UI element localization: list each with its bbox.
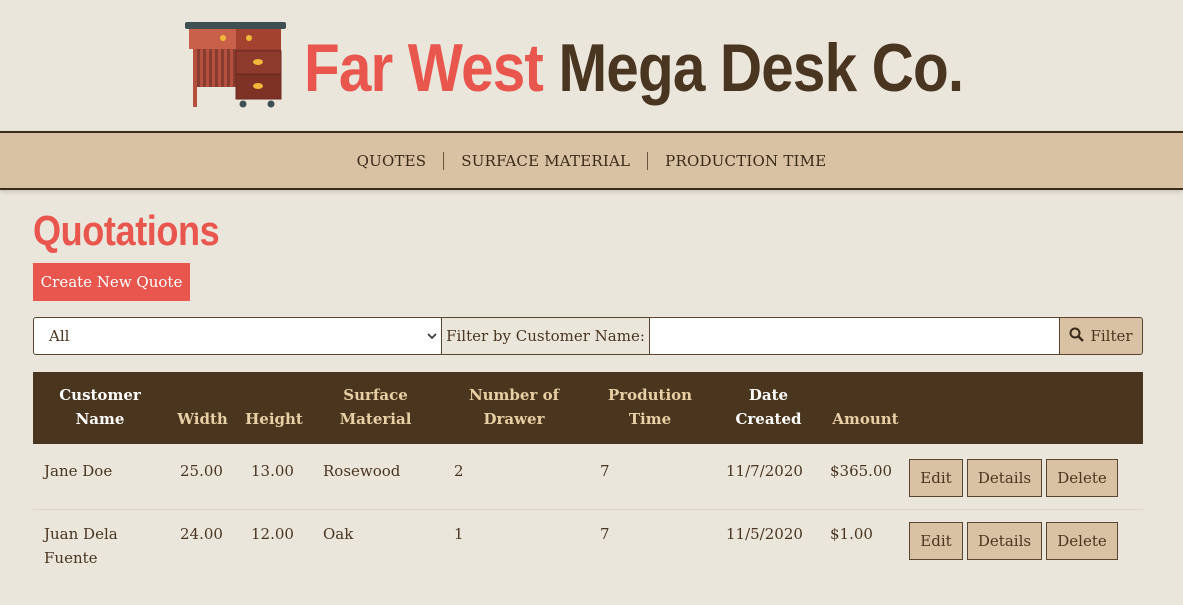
cell-drawers: 1 bbox=[454, 525, 464, 543]
cell-height: 13.00 bbox=[251, 462, 294, 480]
main-nav: QUOTES SURFACE MATERIAL PRODUCTION TIME bbox=[0, 131, 1183, 190]
details-button[interactable]: Details bbox=[967, 522, 1042, 560]
cell-production-time: 7 bbox=[600, 525, 610, 543]
row-actions: Edit Details Delete bbox=[907, 510, 1118, 582]
nav-item-quotes[interactable]: QUOTES bbox=[340, 152, 444, 170]
filter-bar: All Filter by Customer Name: Filter bbox=[33, 317, 1143, 355]
delete-button[interactable]: Delete bbox=[1046, 522, 1118, 560]
table-row: Jane Doe 25.00 13.00 Rosewood 2 7 11/7/2… bbox=[33, 444, 1143, 510]
header-date-created: Date Created bbox=[735, 386, 802, 428]
edit-button[interactable]: Edit bbox=[909, 522, 963, 560]
header-amount: Amount bbox=[832, 410, 899, 428]
chevron-down-icon bbox=[427, 327, 437, 345]
edit-button[interactable]: Edit bbox=[909, 459, 963, 497]
filter-label: Filter by Customer Name: bbox=[442, 317, 650, 355]
header-width: Width bbox=[177, 410, 228, 428]
select-value: All bbox=[49, 327, 70, 345]
details-button[interactable]: Details bbox=[967, 459, 1042, 497]
create-new-quote-button[interactable]: Create New Quote bbox=[33, 263, 190, 301]
header-number-of-drawer: Number of Drawer bbox=[468, 386, 560, 428]
desk-logo-icon bbox=[185, 22, 287, 108]
cell-surface-material: Rosewood bbox=[323, 462, 401, 480]
quotes-table: Customer Name Width Height Surface Mater… bbox=[33, 372, 1143, 582]
cell-date-created: 11/5/2020 bbox=[726, 525, 803, 543]
brand-title-main: Mega Desk Co. bbox=[558, 30, 964, 106]
cell-amount: $1.00 bbox=[830, 525, 873, 543]
row-actions: Edit Details Delete bbox=[907, 444, 1118, 509]
material-filter-select[interactable]: All bbox=[33, 317, 442, 355]
cell-customer-name: Jane Doe bbox=[44, 462, 113, 480]
page-title: Quotations bbox=[33, 207, 220, 254]
cell-date-created: 11/7/2020 bbox=[726, 462, 803, 480]
header-surface-material: Surface Material bbox=[339, 386, 412, 428]
search-icon bbox=[1069, 327, 1085, 346]
site-header: Far West Mega Desk Co. bbox=[0, 0, 1183, 131]
nav-item-surface-material[interactable]: SURFACE MATERIAL bbox=[444, 152, 647, 170]
filter-button-label: Filter bbox=[1090, 327, 1133, 345]
table-header: Customer Name Width Height Surface Mater… bbox=[33, 372, 1143, 444]
nav-item-production-time[interactable]: PRODUCTION TIME bbox=[648, 152, 843, 170]
brand-title: Far West Mega Desk Co. bbox=[304, 26, 964, 110]
table-row: Juan Dela Fuente 24.00 12.00 Oak 1 7 11/… bbox=[33, 510, 1143, 582]
cell-drawers: 2 bbox=[454, 462, 464, 480]
delete-button[interactable]: Delete bbox=[1046, 459, 1118, 497]
header-height: Height bbox=[245, 410, 303, 428]
cell-surface-material: Oak bbox=[323, 525, 354, 543]
header-customer-name: Customer Name bbox=[59, 386, 141, 428]
cell-width: 24.00 bbox=[180, 525, 223, 543]
header-production-time: Prodution Time bbox=[607, 386, 693, 428]
customer-name-filter-input[interactable] bbox=[650, 317, 1060, 355]
brand-title-accent: Far West bbox=[304, 30, 544, 106]
cell-customer-name: Juan Dela Fuente bbox=[44, 525, 118, 567]
cell-width: 25.00 bbox=[180, 462, 223, 480]
cell-height: 12.00 bbox=[251, 525, 294, 543]
cell-production-time: 7 bbox=[600, 462, 610, 480]
cell-amount: $365.00 bbox=[830, 462, 893, 480]
filter-button[interactable]: Filter bbox=[1060, 317, 1143, 355]
